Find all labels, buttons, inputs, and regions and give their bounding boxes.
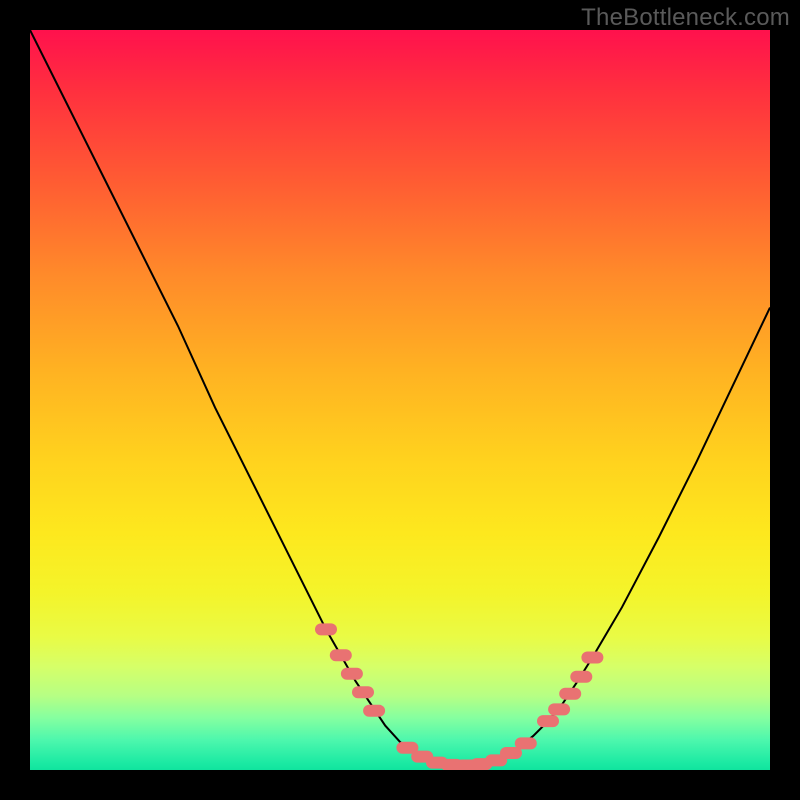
curve-marker bbox=[363, 705, 385, 717]
markers-group bbox=[315, 623, 603, 770]
curve-marker bbox=[341, 668, 363, 680]
curve-marker bbox=[570, 671, 592, 683]
chart-frame: TheBottleneck.com bbox=[0, 0, 800, 800]
curve-marker bbox=[352, 686, 374, 698]
plot-area bbox=[30, 30, 770, 770]
curve-marker bbox=[537, 715, 559, 727]
chart-svg bbox=[30, 30, 770, 770]
curve-marker bbox=[315, 623, 337, 635]
curve-marker bbox=[559, 688, 581, 700]
curve-marker bbox=[330, 649, 352, 661]
watermark-text: TheBottleneck.com bbox=[581, 4, 790, 32]
bottleneck-curve bbox=[30, 30, 770, 766]
curve-marker bbox=[515, 737, 537, 749]
curve-marker bbox=[548, 703, 570, 715]
curve-marker bbox=[581, 652, 603, 664]
